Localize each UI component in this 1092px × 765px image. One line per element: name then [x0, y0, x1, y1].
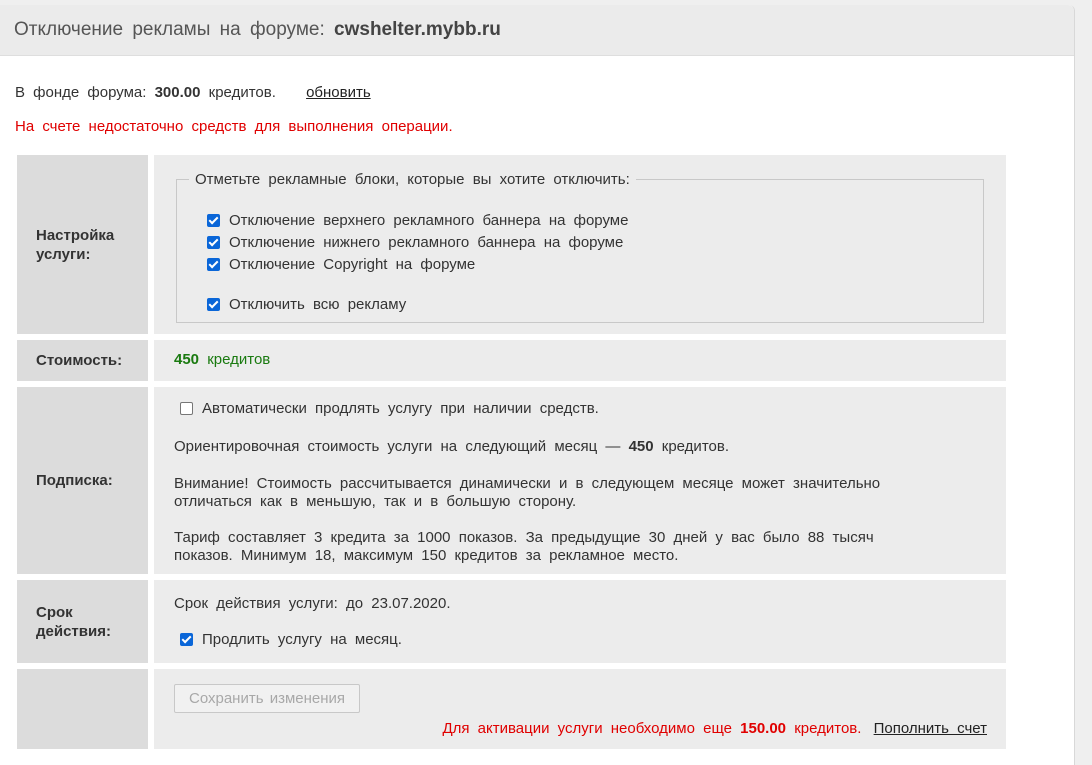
term-label: Срок действия:	[17, 580, 148, 663]
cost-row: Стоимость: 450 кредитов	[17, 340, 1006, 381]
error-message: На счете недостаточно средств для выполн…	[15, 118, 453, 135]
fund-amount: 300.00	[154, 84, 201, 101]
tariff-line-2: показов. Минимум 18, максимум 150 кредит…	[174, 547, 679, 564]
term-label-line-2: действия:	[36, 622, 111, 640]
term-value: Срок действия услуги: до 23.07.2020. Про…	[154, 580, 1006, 663]
ad-blocks-fieldset: Отметьте рекламные блоки, которые вы хот…	[176, 171, 984, 323]
cost-number: 450	[174, 351, 200, 368]
cost-label: Стоимость:	[17, 340, 148, 381]
subscription-row: Подписка: Автоматически продлять услугу …	[17, 387, 1006, 574]
checkbox-checked-icon[interactable]	[180, 632, 193, 646]
estimate-text: Ориентировочная стоимость услуги на след…	[174, 438, 729, 455]
warning-line-2: отличаться как в меньшую, так и в большу…	[174, 493, 577, 510]
checkbox-checked-icon[interactable]	[207, 213, 220, 227]
cost-amount: 450 кредитов	[174, 351, 270, 368]
cost-value: 450 кредитов	[154, 340, 1006, 381]
settings-value: Отметьте рекламные блоки, которые вы хот…	[154, 155, 1006, 334]
extend-option[interactable]: Продлить услугу на месяц.	[180, 631, 402, 648]
settings-label: Настройка услуги:	[17, 155, 148, 334]
activate-amount: 150.00	[740, 720, 787, 737]
auto-renew-option[interactable]: Автоматически продлять услугу при наличи…	[180, 400, 599, 417]
forum-name: cwshelter.mybb.ru	[334, 19, 501, 40]
estimate-suffix: кредитов.	[661, 438, 729, 455]
actions-value: Сохранить изменения Для активации услуги…	[154, 669, 1006, 749]
activation-notice: Для активации услуги необходимо еще 150.…	[442, 720, 987, 737]
checkbox-checked-icon[interactable]	[207, 235, 220, 249]
actions-label-cell	[17, 669, 148, 749]
subscription-value: Автоматически продлять услугу при наличи…	[154, 387, 1006, 574]
option-bottom-banner[interactable]: Отключение нижнего рекламного баннера на…	[207, 234, 623, 251]
tariff-line-1: Тариф составляет 3 кредита за 1000 показ…	[174, 529, 874, 546]
activate-prefix: Для активации услуги необходимо еще	[442, 720, 732, 737]
save-changes-button[interactable]: Сохранить изменения	[174, 684, 360, 713]
fund-prefix: В фонде форума:	[15, 84, 147, 101]
actions-row: Сохранить изменения Для активации услуги…	[17, 669, 1006, 749]
option-copyright[interactable]: Отключение Copyright на форуме	[207, 256, 475, 273]
estimate-amount: 450	[628, 438, 654, 455]
option-all-ads[interactable]: Отключить всю рекламу	[207, 296, 406, 313]
scrollbar[interactable]	[1077, 0, 1092, 765]
checkbox-checked-icon[interactable]	[207, 257, 220, 271]
cost-unit: кредитов	[207, 351, 271, 368]
option-label: Отключение нижнего рекламного баннера на…	[229, 234, 624, 251]
settings-row: Настройка услуги: Отметьте рекламные бло…	[17, 155, 1006, 334]
warning-line-1: Внимание! Стоимость рассчитывается динам…	[174, 475, 881, 492]
option-label: Отключить всю рекламу	[229, 296, 407, 313]
activate-suffix: кредитов.	[794, 720, 862, 737]
option-label: Отключение Copyright на форуме	[229, 256, 476, 273]
term-row: Срок действия: Срок действия услуги: до …	[17, 580, 1006, 663]
option-top-banner[interactable]: Отключение верхнего рекламного баннера н…	[207, 212, 628, 229]
checkbox-unchecked-icon[interactable]	[180, 401, 193, 415]
expiry-text: Срок действия услуги: до 23.07.2020.	[174, 595, 451, 612]
auto-renew-label: Автоматически продлять услугу при наличи…	[202, 400, 599, 417]
refresh-link[interactable]: обновить	[306, 84, 371, 101]
subscription-label: Подписка:	[17, 387, 148, 574]
topup-link[interactable]: Пополнить счет	[874, 720, 987, 737]
fund-suffix: кредитов.	[208, 84, 276, 101]
option-label: Отключение верхнего рекламного баннера н…	[229, 212, 629, 229]
estimate-prefix: Ориентировочная стоимость услуги на след…	[174, 438, 621, 455]
checkbox-checked-icon[interactable]	[207, 297, 220, 311]
forum-fund: В фонде форума: 300.00 кредитов. обновит…	[15, 84, 371, 101]
ad-blocks-legend: Отметьте рекламные блоки, которые вы хот…	[195, 171, 630, 188]
term-label-line-1: Срок	[36, 603, 73, 621]
title-prefix: Отключение рекламы на форуме:	[14, 19, 325, 40]
page-title: Отключение рекламы на форуме: cwshelter.…	[0, 5, 1074, 56]
extend-label: Продлить услугу на месяц.	[202, 631, 402, 648]
